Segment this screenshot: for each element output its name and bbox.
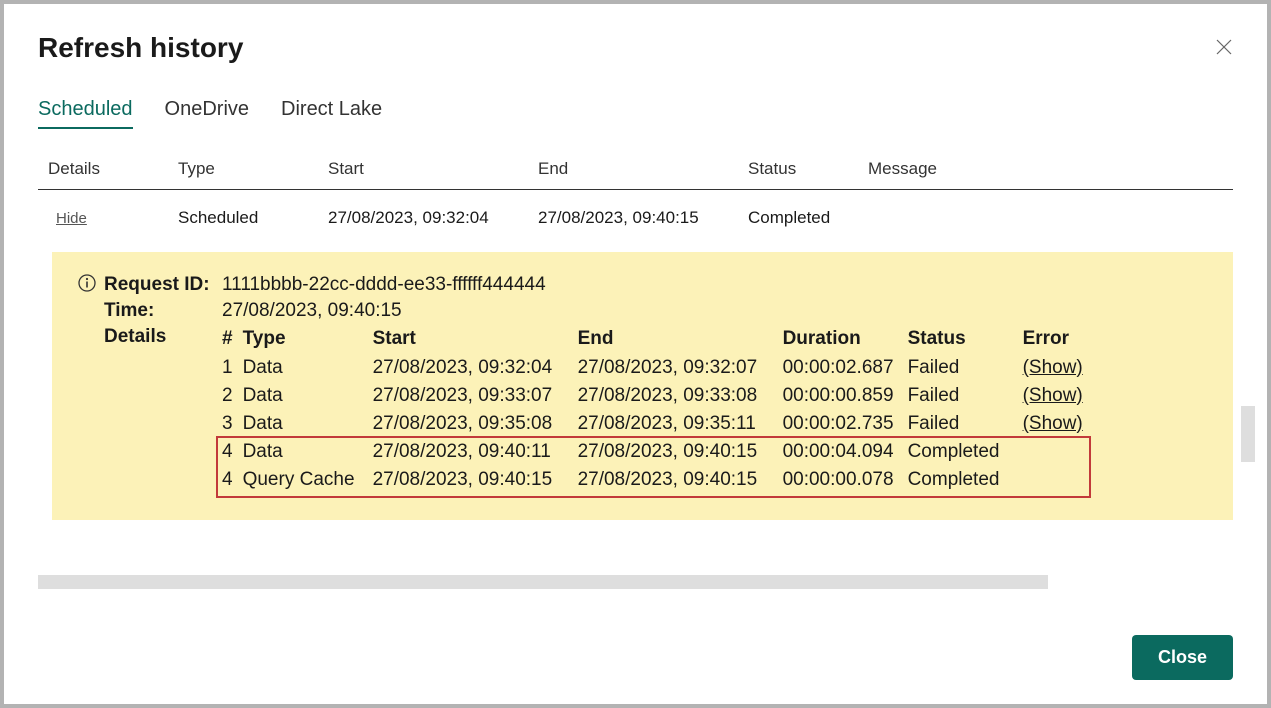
detail-start: 27/08/2023, 09:32:04 [373, 354, 578, 382]
detail-duration: 00:00:02.735 [783, 410, 908, 438]
show-error-link[interactable]: (Show) [1023, 357, 1083, 378]
show-error-link[interactable]: (Show) [1023, 413, 1083, 434]
detail-row: 1Data27/08/2023, 09:32:0427/08/2023, 09:… [222, 354, 1093, 382]
history-column-headers: Details Type Start End Status Message [38, 159, 1233, 190]
row-end: 27/08/2023, 09:40:15 [538, 208, 748, 228]
detail-start: 27/08/2023, 09:33:07 [373, 382, 578, 410]
detail-type: Data [243, 354, 373, 382]
tab-direct-lake[interactable]: Direct Lake [281, 98, 382, 129]
detail-row: 2Data27/08/2023, 09:33:0727/08/2023, 09:… [222, 382, 1093, 410]
detail-duration: 00:00:04.094 [783, 438, 908, 466]
detail-num: 2 [222, 382, 243, 410]
detail-start: 27/08/2023, 09:40:11 [373, 438, 578, 466]
page-title: Refresh history [38, 32, 243, 64]
details-table: # Type Start End Duration Status Error [222, 326, 1093, 494]
col-start: Start [328, 159, 538, 179]
close-button[interactable]: Close [1132, 635, 1233, 680]
col-status: Status [748, 159, 868, 179]
col-end: End [538, 159, 748, 179]
time-value: 27/08/2023, 09:40:15 [222, 300, 1207, 322]
detail-type: Data [243, 410, 373, 438]
vertical-scrollbar[interactable] [1241, 406, 1255, 462]
row-status: Completed [748, 208, 868, 228]
detail-error [1023, 438, 1093, 466]
dh-num: # [222, 326, 243, 354]
dh-duration: Duration [783, 326, 908, 354]
detail-status: Failed [908, 410, 1023, 438]
detail-row: 4Query Cache27/08/2023, 09:40:1527/08/20… [222, 466, 1093, 494]
detail-row: 3Data27/08/2023, 09:35:0827/08/2023, 09:… [222, 410, 1093, 438]
detail-type: Data [243, 382, 373, 410]
dh-error: Error [1023, 326, 1093, 354]
dh-start: Start [373, 326, 578, 354]
detail-num: 3 [222, 410, 243, 438]
horizontal-scrollbar[interactable] [38, 575, 1048, 589]
detail-type: Query Cache [243, 466, 373, 494]
request-id-label: Request ID: [104, 274, 222, 296]
dh-end: End [578, 326, 783, 354]
history-row: Hide Scheduled 27/08/2023, 09:32:04 27/0… [38, 190, 1233, 246]
request-id-value: 1111bbbb-22cc-dddd-ee33-ffffff444444 [222, 274, 1207, 296]
row-start: 27/08/2023, 09:32:04 [328, 208, 538, 228]
detail-num: 4 [222, 438, 243, 466]
detail-end: 27/08/2023, 09:33:08 [578, 382, 783, 410]
detail-status: Failed [908, 382, 1023, 410]
details-label: Details [104, 326, 222, 348]
detail-end: 27/08/2023, 09:40:15 [578, 438, 783, 466]
detail-status: Completed [908, 466, 1023, 494]
detail-type: Data [243, 438, 373, 466]
detail-error: (Show) [1023, 382, 1093, 410]
detail-row: 4Data27/08/2023, 09:40:1127/08/2023, 09:… [222, 438, 1093, 466]
detail-status: Completed [908, 438, 1023, 466]
detail-start: 27/08/2023, 09:40:15 [373, 466, 578, 494]
info-icon [78, 274, 96, 292]
time-label: Time: [104, 300, 222, 322]
detail-error: (Show) [1023, 354, 1093, 382]
detail-num: 1 [222, 354, 243, 382]
col-type: Type [178, 159, 328, 179]
col-message: Message [868, 159, 1223, 179]
detail-end: 27/08/2023, 09:40:15 [578, 466, 783, 494]
dh-status: Status [908, 326, 1023, 354]
detail-start: 27/08/2023, 09:35:08 [373, 410, 578, 438]
close-icon[interactable] [1215, 38, 1233, 59]
detail-duration: 00:00:00.859 [783, 382, 908, 410]
toggle-hide-link[interactable]: Hide [48, 210, 87, 227]
row-type: Scheduled [178, 208, 328, 228]
detail-duration: 00:00:02.687 [783, 354, 908, 382]
tabs: Scheduled OneDrive Direct Lake [38, 98, 1233, 129]
col-details: Details [48, 159, 178, 179]
tab-onedrive[interactable]: OneDrive [165, 98, 249, 129]
dh-type: Type [243, 326, 373, 354]
details-panel: Request ID: 1111bbbb-22cc-dddd-ee33-ffff… [52, 252, 1233, 520]
detail-end: 27/08/2023, 09:32:07 [578, 354, 783, 382]
detail-status: Failed [908, 354, 1023, 382]
detail-num: 4 [222, 466, 243, 494]
tab-scheduled[interactable]: Scheduled [38, 98, 133, 129]
detail-end: 27/08/2023, 09:35:11 [578, 410, 783, 438]
detail-error: (Show) [1023, 410, 1093, 438]
detail-duration: 00:00:00.078 [783, 466, 908, 494]
detail-error [1023, 466, 1093, 494]
show-error-link[interactable]: (Show) [1023, 385, 1083, 406]
